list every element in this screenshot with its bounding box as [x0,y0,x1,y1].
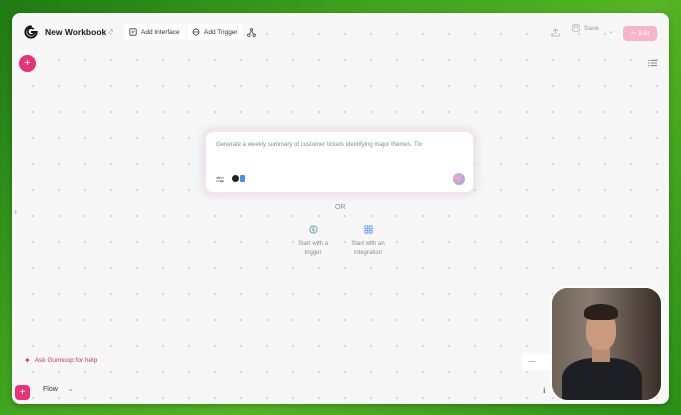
start-trigger-line2: trigger [304,250,322,256]
bottom-add-button[interactable]: + [15,385,30,400]
list-icon[interactable] [648,59,657,67]
plus-icon: + [19,386,26,398]
send-orb-icon[interactable] [453,173,465,185]
save-icon [572,24,580,32]
start-trigger-line1: Start with a [297,241,328,247]
doc-icon[interactable] [240,175,245,182]
prompt-box[interactable]: Generate a weekly summary of customer ti… [206,132,473,192]
add-interface-label: Add Interface [141,28,180,36]
ask-help-button[interactable]: ✦ Ask Gumloop for help [24,356,97,365]
settings-sliders-icon[interactable] [216,176,224,183]
chevron-right-icon[interactable]: › [14,206,17,216]
save-label: Save [584,24,599,32]
top-bar: New Workbook ↗ Add Interface Add Trigger [12,13,669,53]
save-button[interactable]: Save [572,24,599,32]
integration-grid-icon [363,225,373,234]
start-integration-line2: integration [353,250,383,256]
start-integration-line1: Start with an [351,241,385,247]
edit-icon: ⇦ [630,31,636,37]
model-avatar-icon[interactable] [232,175,239,182]
person-body [562,358,642,400]
add-interface-button[interactable]: Add Interface [124,24,185,40]
prompt-input[interactable]: Generate a weekly summary of customer ti… [216,142,422,148]
trigger-icon [192,28,200,36]
add-trigger-label: Add Trigger [204,28,238,36]
add-trigger-button[interactable]: Add Trigger [187,24,243,40]
person-hair [584,304,618,320]
add-node-button[interactable]: + [19,55,36,72]
info-icon[interactable]: ℹ [543,387,546,395]
plus-icon: + [24,57,31,69]
flow-select-value: Flow [43,385,58,393]
interface-icon [129,28,137,36]
open-external-icon[interactable]: ↗ [107,27,115,36]
flow-select[interactable]: Flow ⌄ [43,385,74,394]
or-divider: OR [335,204,346,211]
zoom-out-icon[interactable]: — [529,359,535,365]
start-with-integration-option[interactable]: Start with an integration [344,225,392,258]
trigger-icon [308,225,318,234]
app-logo-icon[interactable] [24,25,38,39]
upload-icon[interactable] [551,28,560,37]
ask-help-label: Ask Gumloop for help [34,357,98,364]
edit-label: Edit [638,30,650,37]
webcam-overlay [550,286,663,402]
workbook-title[interactable]: New Workbook [45,27,106,37]
start-with-trigger-option[interactable]: Start with a trigger [292,225,334,258]
share-nodes-icon[interactable] [247,28,256,37]
edit-button[interactable]: ⇦ Edit [623,26,657,41]
sparkle-icon: ✦ [24,356,31,365]
chevron-down-icon[interactable]: ⌄ [608,27,614,35]
chevron-down-icon: ⌄ [67,386,74,393]
